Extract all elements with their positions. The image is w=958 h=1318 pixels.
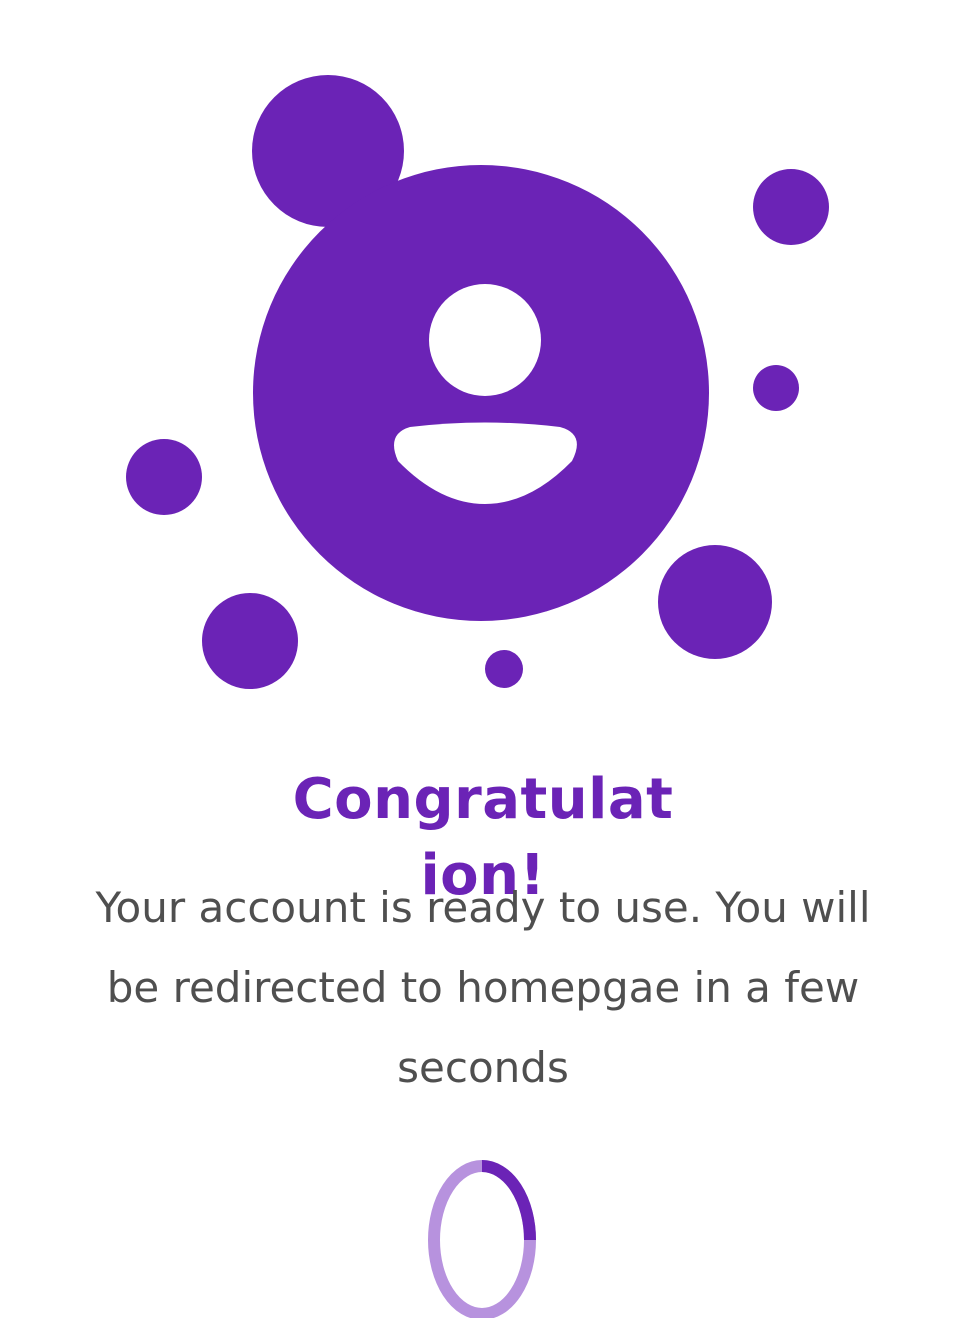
bubble-right-small [753, 365, 799, 411]
bubble-top-right [753, 169, 829, 245]
bubble-bottom-center [485, 650, 523, 688]
illustration [126, 75, 829, 689]
bubble-left [126, 439, 202, 515]
loading-spinner-icon [428, 1160, 536, 1318]
success-screen: Congratulation! Your account is ready to… [0, 0, 958, 1318]
bubble-bottom-right [658, 545, 772, 659]
success-message: Your account is ready to use. You will b… [95, 883, 871, 1092]
bubble-bottom-left [202, 593, 298, 689]
